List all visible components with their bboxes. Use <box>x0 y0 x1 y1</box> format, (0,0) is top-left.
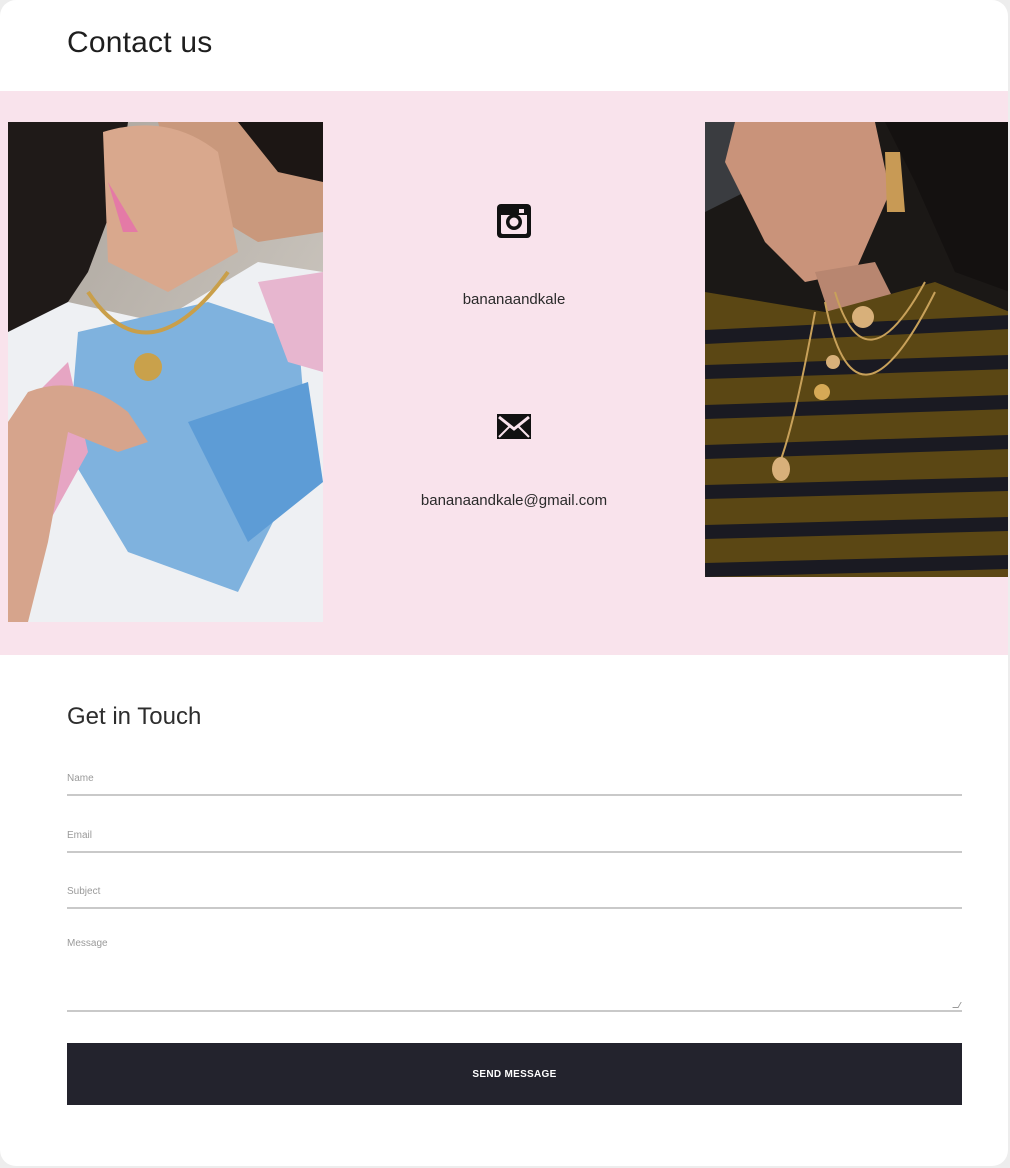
page-title: Contact us <box>67 26 213 59</box>
model-photo-left <box>8 122 323 622</box>
name-field[interactable] <box>67 768 962 796</box>
contact-band: bananaandkale bananaandkale@gmail.com <box>0 91 1008 655</box>
envelope-icon <box>497 414 531 439</box>
send-message-button[interactable]: SEND MESSAGE <box>67 1043 962 1105</box>
name-input[interactable] <box>67 773 962 784</box>
message-field[interactable] <box>67 938 962 1012</box>
form-title: Get in Touch <box>67 703 202 730</box>
message-textarea[interactable] <box>67 938 962 1008</box>
subject-field[interactable] <box>67 881 962 909</box>
email-contact[interactable]: bananaandkale@gmail.com <box>340 408 688 509</box>
contact-card: Contact us bananaandkale bananaandkale@g… <box>0 0 1008 1166</box>
instagram-handle[interactable]: bananaandkale <box>340 291 688 308</box>
instagram-icon <box>497 204 531 238</box>
instagram-contact[interactable]: bananaandkale <box>340 203 688 308</box>
model-photo-right <box>705 122 1008 577</box>
email-address[interactable]: bananaandkale@gmail.com <box>340 492 688 509</box>
subject-input[interactable] <box>67 886 962 897</box>
email-input[interactable] <box>67 830 962 841</box>
email-field[interactable] <box>67 825 962 853</box>
